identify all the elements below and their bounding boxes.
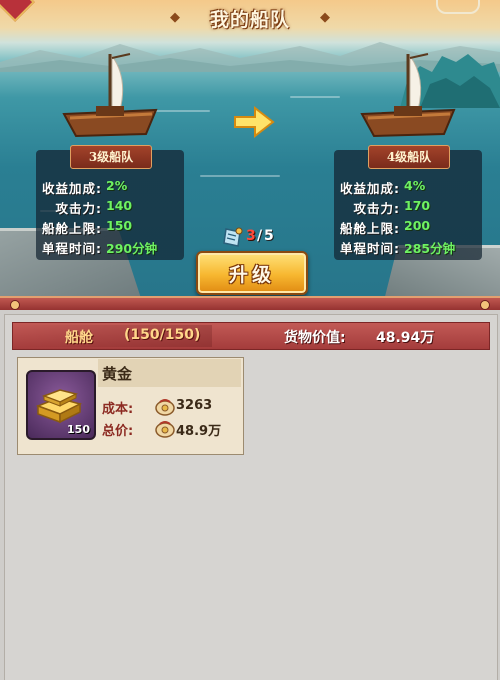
- upgrade-arrow-icon: [234, 105, 275, 139]
- cargo-value-amount: 48.94万: [376, 330, 435, 346]
- stat-row: 船舱上限: 150: [36, 218, 184, 238]
- stat-row: 船舱上限: 200: [334, 218, 482, 238]
- upgrade-scroll-icon: [223, 227, 243, 247]
- stat-value: 140: [106, 198, 133, 213]
- stat-label: 单程时间:: [42, 241, 102, 256]
- stat-row: 收益加成: 2%: [36, 178, 184, 198]
- fleet-screen: 3级船队 收益加成: 2% 攻击力: 140 船舱上限: 150 单程时间: 2…: [0, 0, 500, 680]
- cargo-item-quantity: 150: [67, 423, 90, 436]
- current-fleet-title: 3级船队: [70, 145, 152, 169]
- divider-knob-icon: [10, 300, 20, 310]
- stat-label: 船舱上限:: [42, 221, 102, 236]
- cargo-item-name: 黄金: [102, 365, 133, 383]
- stat-value: 4%: [404, 178, 426, 193]
- stat-label: 单程时间:: [340, 241, 400, 256]
- ship-level-3-icon: [62, 53, 158, 138]
- stat-label: 收益加成:: [42, 181, 102, 196]
- upgrade-count-current: 3: [246, 228, 256, 244]
- stat-value: 170: [404, 198, 431, 213]
- coin-pouch-icon: [155, 421, 175, 438]
- next-fleet-panel: 4级船队 收益加成: 4% 攻击力: 170 船舱上限: 200 单程时间: 2…: [334, 145, 482, 260]
- upgrade-count-separator: /: [257, 228, 263, 244]
- stat-value: 290分钟: [106, 241, 158, 256]
- cargo-item-cost-value: 3263: [176, 398, 213, 413]
- stat-row: 单程时间: 290分钟: [36, 238, 184, 258]
- stat-row: 攻击力: 140: [36, 198, 184, 218]
- stat-value: 200: [404, 218, 431, 233]
- current-fleet-panel: 3级船队 收益加成: 2% 攻击力: 140 船舱上限: 150 单程时间: 2…: [36, 145, 184, 260]
- divider-knob-icon: [480, 300, 490, 310]
- cargo-value-label: 货物价值:: [284, 330, 346, 346]
- sea-scene: 3级船队 收益加成: 2% 攻击力: 140 船舱上限: 150 单程时间: 2…: [0, 0, 500, 305]
- stat-value: 2%: [106, 178, 128, 193]
- cargo-item-card[interactable]: 150 黄金 成本: 3263 总价: 48.9万: [17, 357, 244, 455]
- ship-level-4-icon: [360, 53, 456, 138]
- stat-row: 收益加成: 4%: [334, 178, 482, 198]
- next-fleet-title: 4级船队: [368, 145, 450, 169]
- stat-label: 收益加成:: [340, 181, 400, 196]
- upgrade-button[interactable]: 升级: [196, 251, 308, 295]
- upgrade-count-max: 5: [264, 228, 274, 244]
- title-banner: ◆ 我的船队 ◆: [150, 0, 350, 31]
- corner-button[interactable]: [436, 0, 480, 14]
- cargo-hold-label: 船舱: [65, 330, 93, 346]
- upgrade-item-count: 3 / 5: [222, 226, 282, 248]
- coin-pouch-icon: [155, 399, 175, 416]
- stat-label: 船舱上限:: [340, 221, 400, 236]
- stat-value: 150: [106, 218, 133, 233]
- cargo-hold-count: (150/150): [124, 327, 201, 343]
- cargo-item-cost-row: 成本: 3263: [102, 396, 242, 417]
- title-ornament-icon: ◆: [320, 10, 330, 25]
- cargo-item-total-value: 48.9万: [176, 424, 222, 439]
- water-ripple: [290, 96, 340, 98]
- stat-label: 攻击力:: [55, 201, 102, 216]
- upgrade-button-label: 升级: [228, 264, 275, 286]
- stat-value: 285分钟: [404, 241, 456, 256]
- stat-label: 攻击力:: [353, 201, 400, 216]
- cargo-item-cost-label: 成本:: [102, 402, 134, 417]
- cargo-item-total-label: 总价:: [102, 424, 134, 439]
- cargo-item-total-row: 总价: 48.9万: [102, 418, 242, 439]
- water-ripple: [200, 175, 280, 177]
- stat-row: 攻击力: 170: [334, 198, 482, 218]
- stat-row: 单程时间: 285分钟: [334, 238, 482, 258]
- gold-bars-icon: 150: [26, 370, 96, 440]
